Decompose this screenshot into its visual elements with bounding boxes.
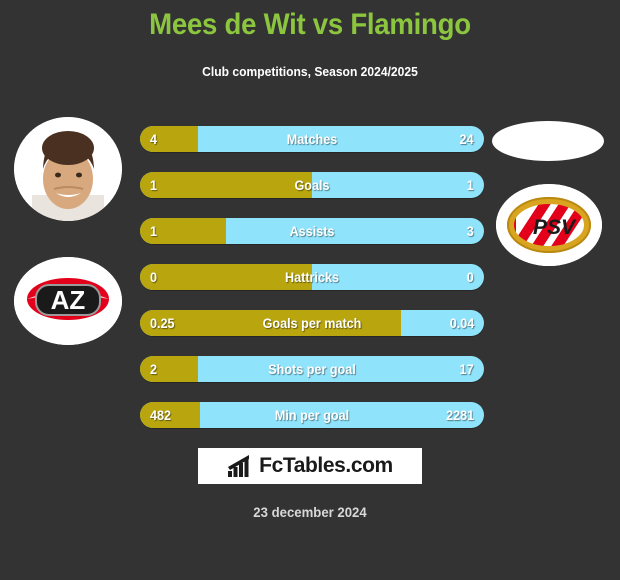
left-player-photo [14, 117, 122, 221]
stat-row-matches: 4 Matches 24 [140, 126, 484, 152]
stat-row-goals-per-match: 0.25 Goals per match 0.04 [140, 310, 484, 336]
right-value: 2281 [445, 407, 474, 423]
az-alkmaar-crest-icon: AZ [14, 257, 122, 345]
brand-text: FcTables.com [259, 454, 393, 477]
left-value: 4 [150, 131, 158, 147]
left-value: 0 [150, 269, 158, 285]
right-value: 3 [466, 223, 474, 239]
right-value: 0 [466, 269, 474, 285]
right-value: 1 [466, 177, 474, 193]
right-value: 0.04 [449, 315, 474, 331]
stat-label: Assists [289, 223, 335, 239]
page-title: Mees de Wit vs Flamingo [149, 8, 471, 41]
stat-label: Hattricks [285, 269, 339, 285]
left-club-crest: AZ [14, 257, 122, 345]
svg-text:PSV: PSV [533, 216, 577, 239]
stat-row-hattricks: 0 Hattricks 0 [140, 264, 484, 290]
bar-chart-icon [228, 455, 250, 477]
psv-eindhoven-crest-icon: PSV [496, 184, 602, 266]
stat-label: Matches [286, 131, 338, 147]
stats-list: 4 Matches 24 1 Goals 1 1 Assists 3 0 Hat… [140, 126, 484, 448]
stat-label: Min per goal [274, 407, 350, 423]
left-value: 1 [150, 177, 158, 193]
page-subtitle: Club competitions, Season 2024/2025 [202, 64, 418, 79]
right-club-crest: PSV [496, 184, 602, 266]
brand-logo[interactable]: FcTables.com [198, 448, 422, 484]
stat-row-assists: 1 Assists 3 [140, 218, 484, 244]
right-value: 24 [459, 131, 474, 147]
stat-label: Shots per goal [268, 361, 356, 377]
right-value: 17 [459, 361, 474, 377]
left-value: 1 [150, 223, 158, 239]
report-date: 23 december 2024 [253, 504, 367, 520]
stat-row-min-per-goal: 482 Min per goal 2281 [140, 402, 484, 428]
right-player-photo-placeholder [492, 121, 604, 161]
stat-row-goals: 1 Goals 1 [140, 172, 484, 198]
player-photo-icon [14, 117, 122, 221]
stat-label: Goals per match [262, 315, 362, 331]
left-value: 2 [150, 361, 158, 377]
svg-text:AZ: AZ [51, 285, 86, 315]
stat-row-shots-per-goal: 2 Shots per goal 17 [140, 356, 484, 382]
stat-label: Goals [294, 177, 330, 193]
